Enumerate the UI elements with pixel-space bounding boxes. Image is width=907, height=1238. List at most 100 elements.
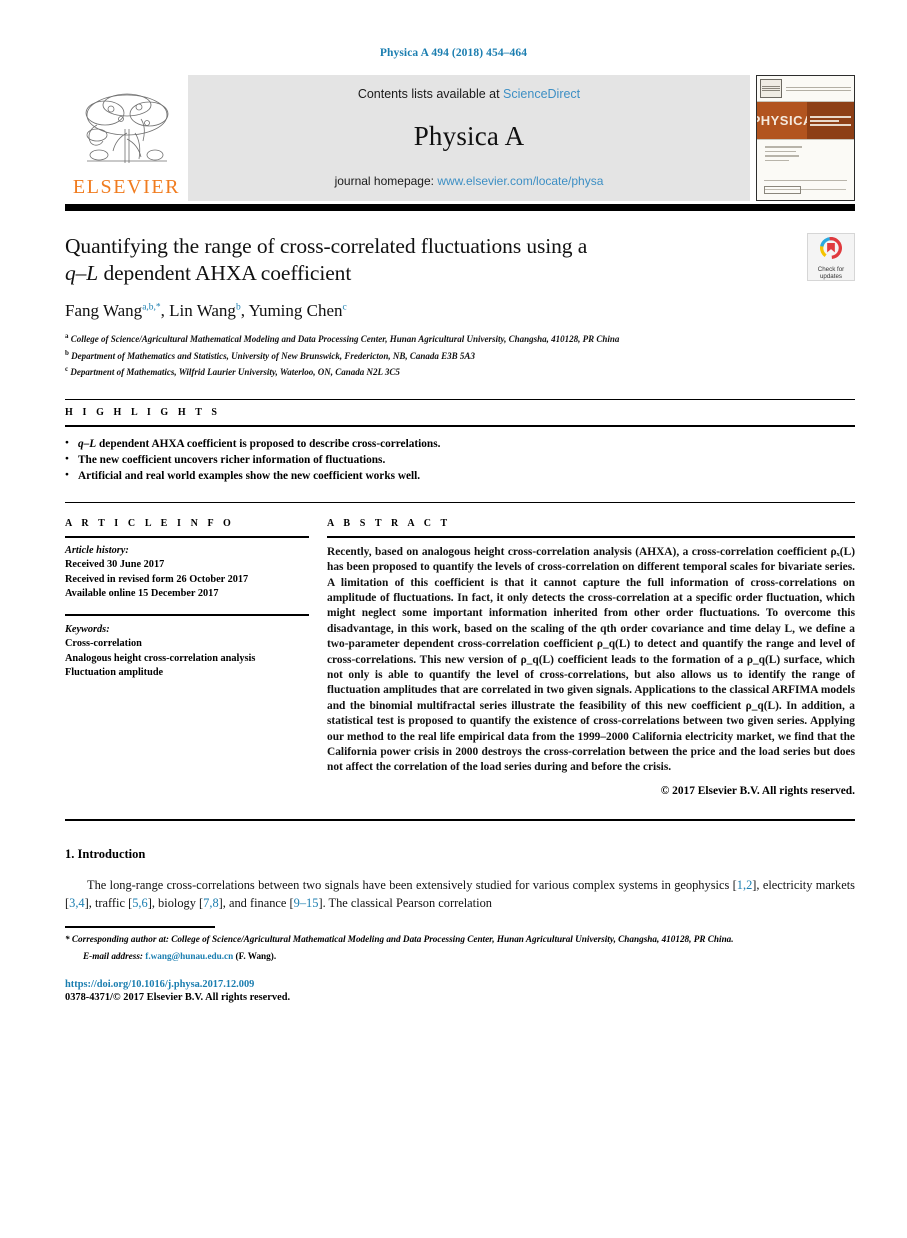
abstract-column: A B S T R A C T Recently, based on analo… bbox=[327, 511, 855, 797]
abstract-text: Recently, based on analogous height cros… bbox=[327, 545, 855, 774]
crossmark-label-line2: updates bbox=[819, 272, 842, 280]
author-2-marks: c bbox=[342, 302, 347, 313]
paper-page: Physica A 494 (2018) 454–464 ELSEVIER Co… bbox=[0, 0, 907, 1238]
introduction-paragraph: The long-range cross-correlations betwee… bbox=[65, 876, 855, 912]
highlights-bottom-rule bbox=[65, 424, 855, 427]
title-line-2-rest: dependent AHXA coefficient bbox=[98, 261, 352, 285]
author-0-name: Fang Wang bbox=[65, 301, 143, 320]
email-label: E-mail address: bbox=[83, 951, 143, 962]
journal-homepage-line: journal homepage: www.elsevier.com/locat… bbox=[335, 174, 604, 188]
author-1-name: Lin Wang bbox=[169, 301, 236, 320]
citation-ref-2[interactable]: 3,4 bbox=[69, 896, 85, 910]
crossmark-label: Check for updates bbox=[818, 266, 844, 280]
elsevier-tree-icon bbox=[75, 89, 179, 175]
affiliation-b: b Department of Mathematics and Statisti… bbox=[65, 347, 855, 363]
masthead-black-bar bbox=[65, 204, 855, 211]
citation-ref-1[interactable]: 1,2 bbox=[737, 878, 753, 892]
affiliation-c: c Department of Mathematics, Wilfrid Lau… bbox=[65, 363, 855, 379]
cover-footer bbox=[764, 177, 847, 194]
article-history-block: Article history: Received 30 June 2017 R… bbox=[65, 544, 309, 602]
info-abstract-row: A R T I C L E I N F O Article history: R… bbox=[65, 511, 855, 797]
affiliation-list: a College of Science/Agricultural Mathem… bbox=[65, 330, 855, 379]
journal-cover-thumbnail: PHYSICA bbox=[756, 75, 855, 201]
keyword-2: Fluctuation amplitude bbox=[65, 667, 164, 679]
highlight-2-rest: Artificial and real world examples show … bbox=[78, 469, 421, 482]
email-link[interactable]: f.wang@hunau.edu.cn bbox=[145, 951, 233, 961]
email-suffix: (F. Wang). bbox=[235, 951, 277, 962]
highlights-list: q–L dependent AHXA coefficient is propos… bbox=[65, 435, 855, 484]
citation-ref-4[interactable]: 7,8 bbox=[203, 896, 219, 910]
article-history-0: Received 30 June 2017 bbox=[65, 559, 165, 571]
abstract-label: A B S T R A C T bbox=[327, 517, 451, 529]
crossmark-label-line1: Check for bbox=[817, 265, 845, 273]
article-history-2: Available online 15 December 2017 bbox=[65, 588, 219, 600]
cover-masthead-band: PHYSICA bbox=[757, 102, 854, 140]
affiliation-a-text: College of Science/Agricultural Mathemat… bbox=[70, 334, 620, 344]
citation-ref-5[interactable]: 9–15 bbox=[294, 896, 319, 910]
author-2-name: Yuming Chen bbox=[248, 301, 343, 320]
article-info-label: A R T I C L E I N F O bbox=[65, 517, 235, 529]
elsevier-wordmark: ELSEVIER bbox=[72, 176, 181, 198]
intro-text-c: ], traffic [ bbox=[84, 895, 133, 910]
corresponding-author-text: * Corresponding author at: College of Sc… bbox=[65, 933, 734, 944]
abstract-copyright: © 2017 Elsevier B.V. All rights reserved… bbox=[660, 784, 855, 797]
cover-logo-box bbox=[760, 79, 782, 98]
crossmark-icon bbox=[820, 236, 842, 264]
highlight-0-italic: q–L bbox=[78, 437, 97, 450]
intro-text-a: The long-range cross-correlations betwee… bbox=[87, 877, 737, 892]
keywords-rule bbox=[65, 613, 309, 616]
affiliation-c-mark: c bbox=[65, 365, 69, 374]
affiliation-a: a College of Science/Agricultural Mathem… bbox=[65, 330, 855, 346]
affiliation-b-mark: b bbox=[65, 348, 69, 357]
doi-link[interactable]: https://doi.org/10.1016/j.physa.2017.12.… bbox=[65, 979, 855, 990]
section-heading-introduction: 1. Introduction bbox=[65, 846, 146, 861]
author-1-marks: b bbox=[235, 302, 241, 313]
running-head: Physica A 494 (2018) 454–464 bbox=[379, 47, 528, 59]
abstract-rule bbox=[327, 535, 855, 538]
homepage-prefix: journal homepage: bbox=[334, 174, 438, 188]
citation-ref-3[interactable]: 5,6 bbox=[132, 896, 148, 910]
article-history-label: Article history: bbox=[65, 544, 129, 556]
intro-text-d: ], biology [ bbox=[147, 895, 204, 910]
elsevier-logo: ELSEVIER bbox=[65, 75, 188, 201]
article-history-1: Received in revised form 26 October 2017 bbox=[65, 573, 249, 585]
masthead-center: Contents lists available at ScienceDirec… bbox=[188, 75, 750, 201]
keyword-1: Analogous height cross-correlation analy… bbox=[65, 652, 256, 664]
sciencedirect-link[interactable]: ScienceDirect bbox=[503, 87, 580, 101]
intro-text-e: ], and finance [ bbox=[218, 895, 294, 910]
contents-prefix: Contents lists available at bbox=[357, 87, 504, 101]
highlight-0-rest: dependent AHXA coefficient is proposed t… bbox=[96, 437, 441, 450]
footnote-rule bbox=[65, 925, 215, 928]
email-note: E-mail address: f.wang@hunau.edu.cn (F. … bbox=[65, 950, 855, 963]
journal-masthead: ELSEVIER Contents lists available at Sci… bbox=[65, 75, 855, 211]
cover-footer-box bbox=[764, 186, 802, 194]
cover-title: PHYSICA bbox=[757, 102, 812, 139]
highlight-item: The new coefficient uncovers richer info… bbox=[65, 451, 855, 468]
corresponding-author-note: * Corresponding author at: College of Sc… bbox=[65, 933, 855, 946]
intro-text-f: ]. The classical Pearson correlation bbox=[318, 895, 492, 910]
affiliation-c-text: Department of Mathematics, Wilfrid Lauri… bbox=[70, 367, 400, 378]
title-line-2-italic: q–L bbox=[65, 261, 99, 285]
highlight-1-rest: The new coefficient uncovers richer info… bbox=[78, 453, 386, 466]
journal-homepage-link[interactable]: www.elsevier.com/locate/physa bbox=[437, 174, 603, 188]
highlights-label: H I G H L I G H T S bbox=[65, 406, 221, 418]
keyword-0: Cross-correlation bbox=[65, 638, 142, 650]
affiliation-b-text: Department of Mathematics and Statistics… bbox=[71, 350, 475, 361]
highlights-top-rule bbox=[65, 398, 855, 400]
crossmark-badge[interactable]: Check for updates bbox=[807, 233, 855, 281]
page-title: Quantifying the range of cross-correlate… bbox=[65, 233, 733, 287]
affiliation-a-mark: a bbox=[65, 332, 69, 340]
author-0-marks: a,b,* bbox=[142, 302, 161, 313]
journal-title: Physica A bbox=[413, 121, 525, 151]
title-line-1: Quantifying the range of cross-correlate… bbox=[65, 234, 588, 258]
highlight-item: Artificial and real world examples show … bbox=[65, 467, 855, 484]
cover-contents-lines bbox=[757, 140, 854, 167]
highlight-item: q–L dependent AHXA coefficient is propos… bbox=[65, 435, 855, 452]
contents-available-line: Contents lists available at ScienceDirec… bbox=[358, 87, 580, 101]
issn-copyright: 0378-4371/© 2017 Elsevier B.V. All right… bbox=[65, 992, 291, 1004]
cover-top-text bbox=[782, 86, 851, 91]
body-top-rule bbox=[65, 818, 855, 821]
cover-top-row bbox=[757, 76, 854, 102]
author-list: Fang Wanga,b,*, Lin Wangb, Yuming Chenc bbox=[65, 301, 347, 320]
article-info-rule bbox=[65, 535, 309, 538]
